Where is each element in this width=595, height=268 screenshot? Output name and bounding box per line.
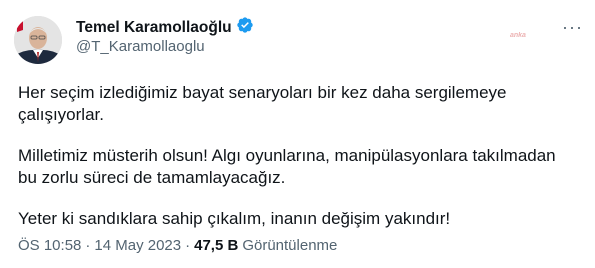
views-count[interactable]: 47,5 B — [194, 237, 238, 254]
tweet-card: Temel Karamollaoğlu @T_Karamollaoglu ank… — [0, 0, 595, 268]
author-name-row: Temel Karamollaoğlu — [76, 16, 254, 39]
verified-badge-icon[interactable] — [236, 16, 254, 39]
tweet-date[interactable]: 14 May 2023 — [94, 237, 181, 254]
meta-separator: · — [85, 237, 91, 254]
tweet-paragraph: Her seçim izlediğimiz bayat senaryoları … — [18, 83, 507, 124]
tweet-time[interactable]: ÖS 10:58 — [18, 237, 81, 254]
views-label: Görüntülenme — [242, 237, 338, 254]
author-display-name[interactable]: Temel Karamollaoğlu — [76, 19, 232, 37]
tweet-paragraph: Yeter ki sandıklara sahip çıkalım, inanı… — [18, 209, 451, 228]
watermark-logo: anka — [510, 32, 526, 39]
meta-separator: · — [185, 237, 191, 254]
more-options-icon[interactable]: ··· — [562, 18, 583, 36]
avatar[interactable] — [14, 16, 62, 64]
author-handle[interactable]: @T_Karamollaoglu — [76, 38, 205, 55]
tweet-paragraph: Milletimiz müsterih olsun! Algı oyunları… — [18, 146, 556, 187]
tweet-meta: ÖS 10:58 · 14 May 2023 · 47,5 B Görüntül… — [18, 237, 337, 254]
tweet-text: Her seçim izlediğimiz bayat senaryoları … — [18, 82, 578, 249]
